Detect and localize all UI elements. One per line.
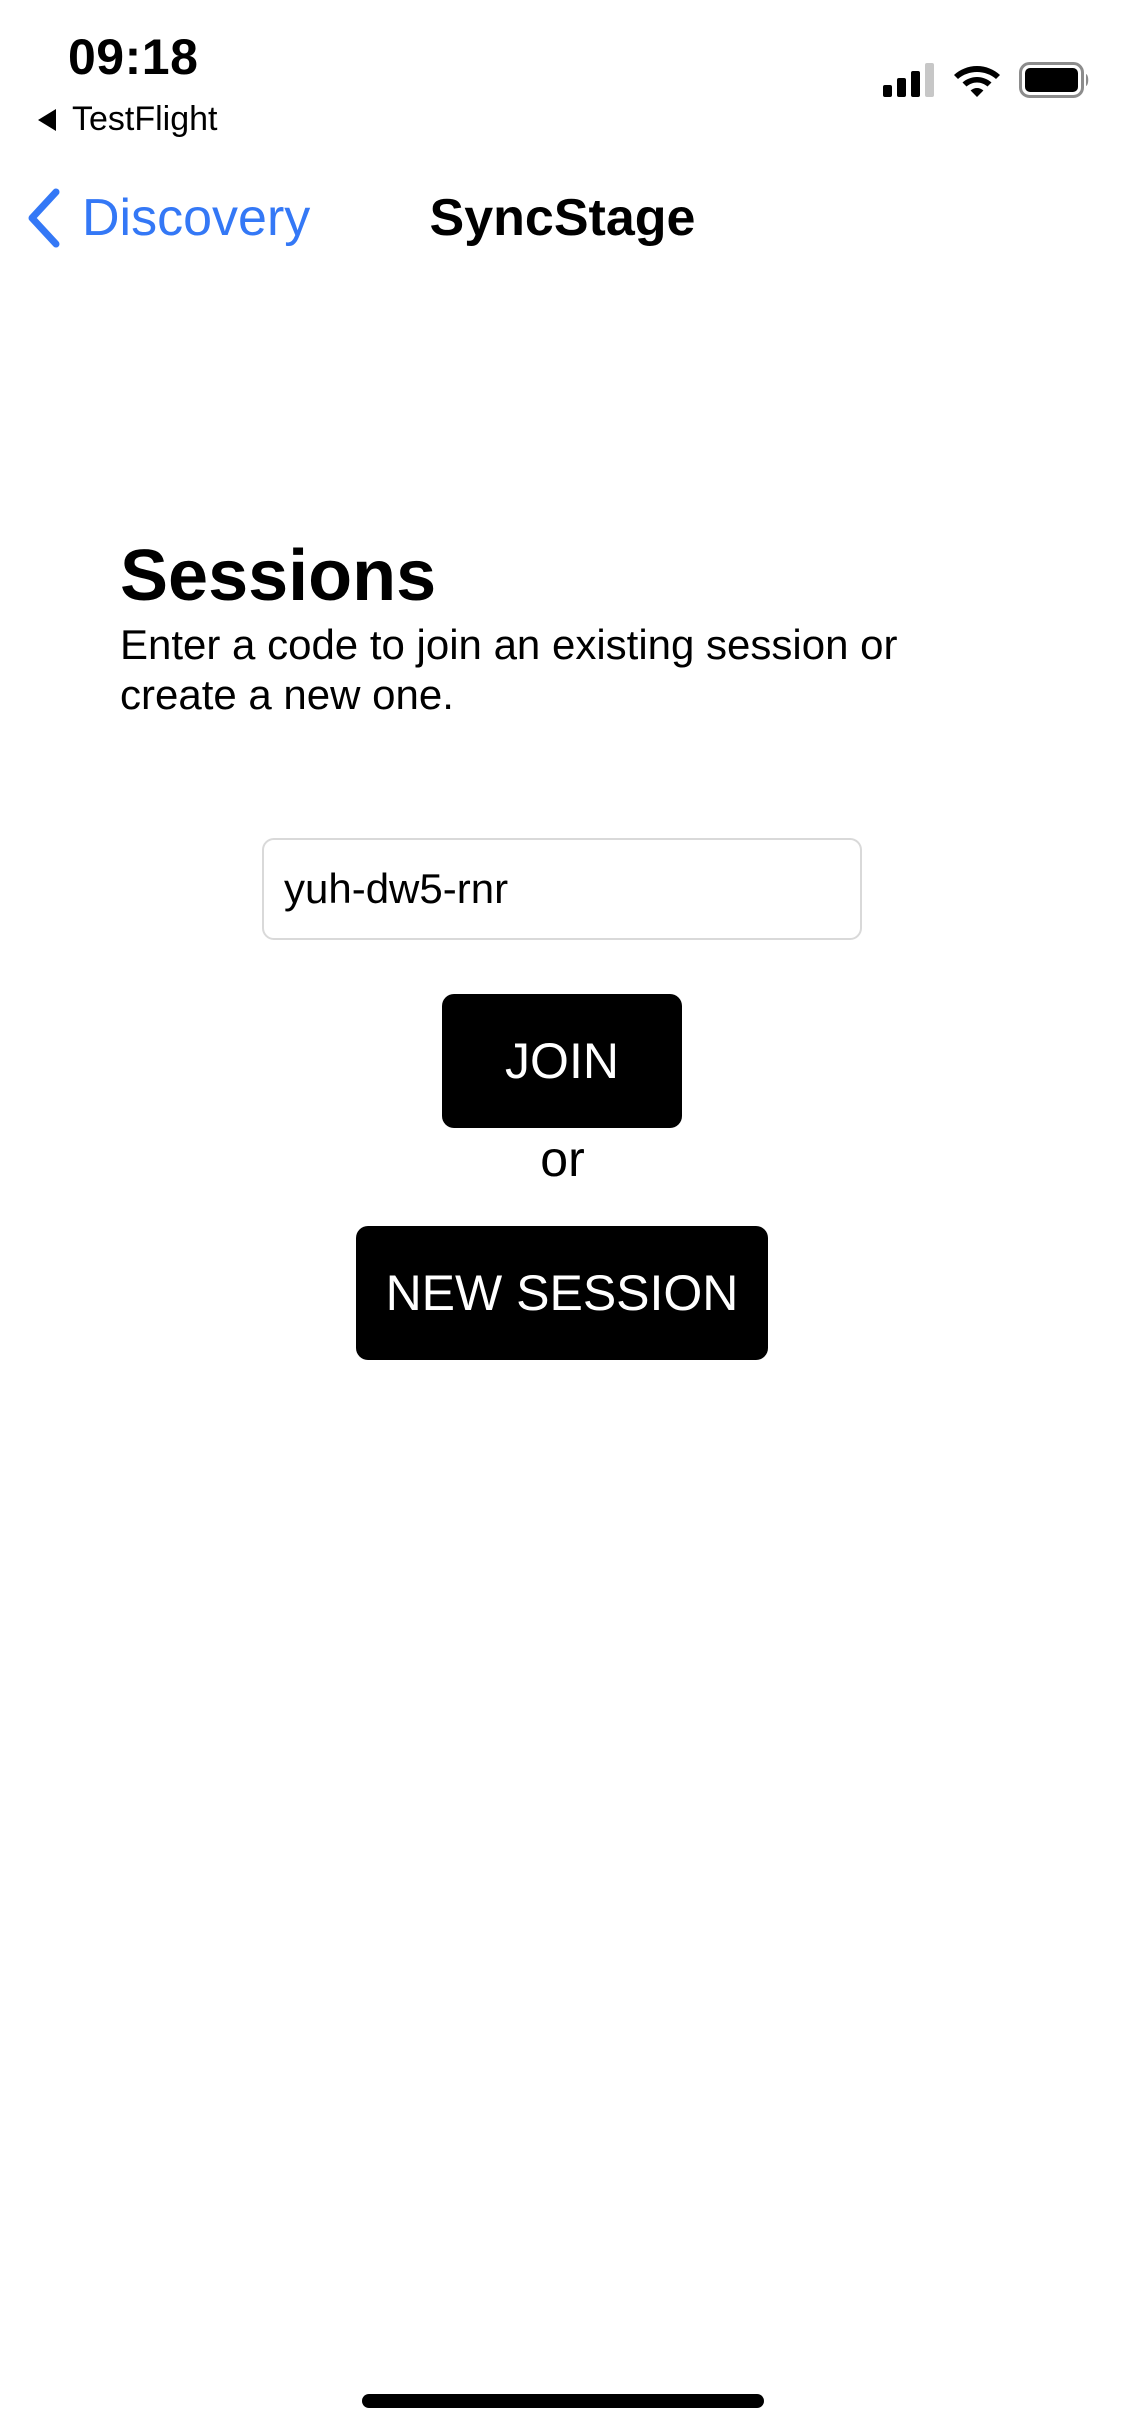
- session-code-input[interactable]: [262, 838, 862, 940]
- status-time: 09:18: [68, 29, 199, 85]
- sessions-heading: Sessions: [120, 536, 437, 616]
- new-session-button[interactable]: NEW SESSION: [356, 1226, 768, 1360]
- back-to-app-label: TestFlight: [72, 100, 218, 138]
- battery-icon: [1019, 62, 1089, 98]
- home-indicator[interactable]: [362, 2394, 764, 2408]
- wifi-icon: [954, 66, 1000, 97]
- back-triangle-icon: [38, 108, 56, 131]
- or-separator: or: [540, 1131, 585, 1187]
- sessions-description: Enter a code to join an existing session…: [120, 621, 898, 718]
- back-to-app-link[interactable]: TestFlight: [38, 100, 218, 139]
- join-button[interactable]: JOIN: [442, 994, 682, 1128]
- cellular-signal-icon: [883, 63, 934, 97]
- status-icons: [883, 62, 1091, 98]
- nav-title: SyncStage: [429, 189, 696, 247]
